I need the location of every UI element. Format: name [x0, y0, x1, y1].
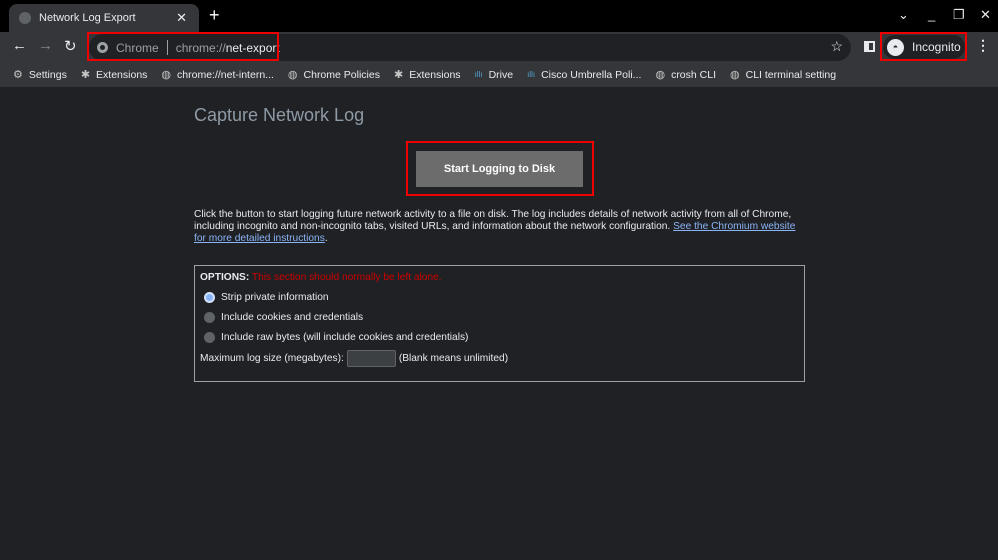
- puzzle-icon: ✱: [393, 69, 404, 81]
- max-log-size-input[interactable]: [346, 350, 396, 367]
- radio-button[interactable]: [204, 332, 215, 343]
- bookmark-label: Settings: [28, 68, 67, 81]
- cisco-icon: ıllı: [527, 70, 536, 79]
- globe-icon: ◍: [161, 69, 172, 81]
- reload-button[interactable]: ↻: [64, 37, 77, 55]
- bookmark-item[interactable]: ✱ Extensions: [80, 68, 148, 82]
- max-size-label: Maximum log size (megabytes):: [200, 353, 344, 364]
- radio-label: Include cookies and credentials: [221, 312, 364, 323]
- radio-label: Strip private information: [221, 292, 329, 303]
- radio-label: Include raw bytes (will include cookies …: [221, 332, 469, 343]
- bookmark-item[interactable]: ⚙ Settings: [13, 68, 67, 82]
- net-export-page: Capture Network Log Start Logging to Dis…: [194, 89, 806, 382]
- highlight-box: [406, 141, 594, 196]
- bookmark-item[interactable]: ✱ Extensions: [393, 68, 461, 82]
- bookmark-item[interactable]: ◍ Chrome Policies: [287, 68, 380, 82]
- bookmark-label: Cisco Umbrella Poli...: [541, 68, 642, 81]
- max-log-size-row: Maximum log size (megabytes): (Blank mea…: [200, 350, 799, 367]
- gear-icon: ⚙: [13, 69, 23, 81]
- tab-network-log-export[interactable]: Network Log Export ✕: [9, 4, 199, 32]
- new-tab-button[interactable]: +: [209, 5, 220, 26]
- close-tab-icon[interactable]: ✕: [176, 10, 187, 26]
- bookmark-label: Drive: [488, 68, 514, 81]
- globe-icon: ◍: [287, 69, 298, 81]
- options-warning: This section should normally be left alo…: [251, 272, 442, 283]
- tab-search-icon[interactable]: ⌄: [898, 7, 909, 23]
- back-button[interactable]: ←: [12, 37, 27, 54]
- max-size-hint: (Blank means unlimited): [398, 353, 509, 364]
- more-menu-icon[interactable]: ⋮: [976, 37, 990, 54]
- page-title: Capture Network Log: [194, 105, 365, 125]
- radio-button[interactable]: [204, 312, 215, 323]
- close-window-button[interactable]: ✕: [980, 7, 991, 23]
- highlight-box: [880, 32, 967, 61]
- radio-button-selected[interactable]: [204, 292, 215, 303]
- radio-strip-private[interactable]: Strip private information: [200, 292, 799, 303]
- bookmark-item[interactable]: ıllı Drive: [475, 69, 514, 81]
- bookmark-label: Chrome Policies: [303, 68, 380, 81]
- side-panel-icon[interactable]: [864, 41, 875, 52]
- restore-button[interactable]: ❐: [953, 7, 965, 23]
- toolbar: ← → ↻ Chrome chrome:// net-export ☆ ◓ In…: [0, 32, 998, 62]
- tab-title: Network Log Export: [39, 12, 136, 24]
- globe-icon: ◍: [655, 69, 666, 81]
- minimize-button[interactable]: _: [928, 7, 935, 22]
- bookmark-star-icon[interactable]: ☆: [830, 38, 843, 55]
- bookmark-item[interactable]: ◍ CLI terminal setting: [730, 68, 837, 82]
- bookmark-item[interactable]: ıllı Cisco Umbrella Poli...: [527, 69, 641, 81]
- bookmark-item[interactable]: ◍ crosh CLI: [655, 68, 716, 82]
- radio-include-cookies[interactable]: Include cookies and credentials: [200, 312, 799, 323]
- options-section: OPTIONS: This section should normally be…: [194, 265, 805, 382]
- radio-include-raw-bytes[interactable]: Include raw bytes (will include cookies …: [200, 332, 799, 343]
- bookmark-label: chrome://net-intern...: [177, 68, 274, 81]
- bookmarks-bar: ⚙ Settings ✱ Extensions ◍ chrome://net-intern…: [0, 62, 998, 88]
- puzzle-icon: ✱: [80, 69, 91, 81]
- bookmark-item[interactable]: ◍ chrome://net-intern...: [161, 68, 274, 82]
- globe-icon: ◍: [730, 69, 740, 81]
- bookmark-label: Extensions: [96, 68, 148, 81]
- highlight-box: [87, 32, 279, 61]
- bookmark-label: Extensions: [409, 68, 461, 81]
- tab-strip: Network Log Export ✕ + ⌄ _ ❐ ✕: [0, 0, 998, 32]
- description: Click the button to start logging future…: [194, 209, 806, 245]
- options-label: OPTIONS:: [200, 272, 250, 283]
- cisco-icon: ıllı: [474, 70, 483, 79]
- forward-button[interactable]: →: [38, 37, 53, 54]
- period: .: [324, 233, 328, 244]
- bookmark-label: CLI terminal setting: [745, 68, 837, 81]
- globe-icon: [19, 12, 31, 24]
- bookmark-label: crosh CLI: [671, 68, 716, 81]
